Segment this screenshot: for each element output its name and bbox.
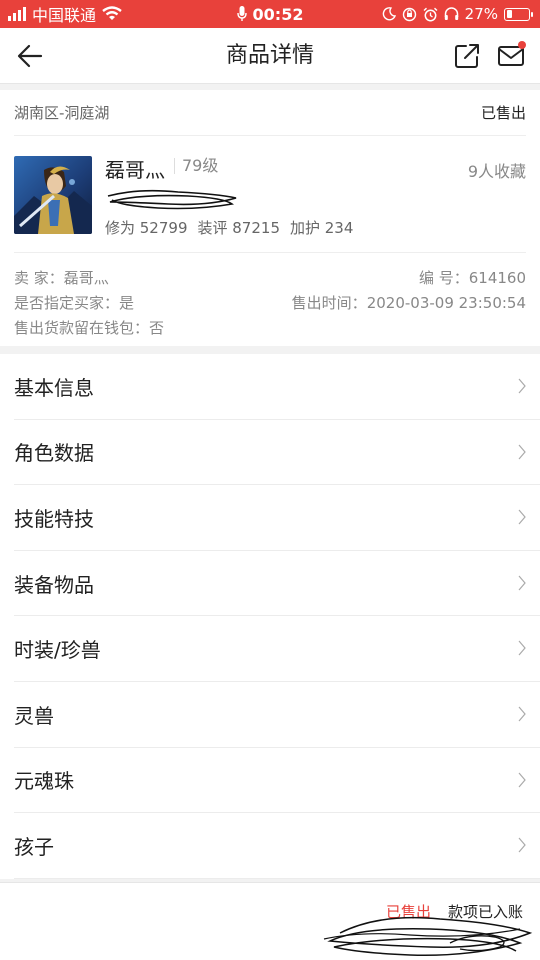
rotation-lock-icon: [402, 7, 416, 21]
redaction-scribble: [107, 189, 237, 210]
menu-item-children[interactable]: 孩子: [14, 813, 540, 879]
menu-item-label: 元魂珠: [14, 769, 74, 794]
chevron-right-icon: [518, 772, 526, 787]
menu-item-equipment[interactable]: 装备物品: [14, 551, 540, 617]
chevron-right-icon: [518, 509, 526, 525]
menu-item-basic-info[interactable]: 基本信息: [14, 354, 540, 420]
divider: [14, 252, 526, 253]
share-icon[interactable]: [452, 41, 482, 71]
menu-item-soul-beads[interactable]: 元魂珠: [14, 748, 540, 814]
battery-icon: [504, 7, 533, 21]
menu-item-spirit-beast[interactable]: 灵兽: [14, 682, 540, 748]
listing-card: 湖南区-洞庭湖 已售出 磊哥灬 79级 9人收藏 修为 52799 装评 872…: [0, 90, 540, 346]
wallet-info: 售出货款留在钱包：否: [14, 317, 164, 338]
designated-buyer-value: 是: [119, 294, 135, 312]
alarm-icon: [423, 7, 438, 21]
location-row: 湖南区-洞庭湖 已售出: [14, 90, 526, 136]
battery-percent: 27%: [464, 5, 498, 23]
status-bar: 中国联通 00:52 27%: [0, 0, 540, 28]
moon-icon: [382, 7, 396, 21]
menu-item-label: 技能特技: [14, 506, 94, 531]
server-location: 湖南区-洞庭湖: [14, 104, 110, 122]
listing-id: 614160: [468, 269, 526, 287]
menu-item-label: 装备物品: [14, 572, 94, 597]
clock: 00:52: [252, 4, 304, 24]
detail-menu: 基本信息 角色数据 技能特技 装备物品 时装/珍兽 灵兽 元魂珠 孩子: [0, 354, 540, 879]
seller-name: 磊哥灬: [63, 269, 109, 287]
wallet-value: 否: [149, 319, 165, 337]
designated-buyer-info: 是否指定买家：是: [14, 292, 134, 313]
wallet-label: 售出货款留在钱包：: [14, 319, 150, 337]
seller-info: 卖 家：磊哥灬: [14, 267, 109, 288]
headphones-icon: [444, 7, 458, 20]
bottom-bar: 已售出 款项已入账: [0, 882, 540, 960]
sold-time-value: 2020-03-09 23:50:54: [366, 294, 526, 312]
chevron-right-icon: [518, 378, 526, 394]
menu-item-label: 时装/珍兽: [14, 638, 101, 663]
nav-bar: 商品详情: [0, 28, 540, 84]
sold-time-label: 售出时间：: [291, 294, 367, 312]
notification-dot: [518, 41, 526, 49]
menu-item-character-data[interactable]: 角色数据: [14, 420, 540, 486]
listing-id-label: 编 号：: [418, 269, 469, 287]
sold-status: 已售出: [480, 104, 526, 122]
listing-id-info: 编 号：614160: [419, 267, 526, 288]
designated-buyer-label: 是否指定买家：: [14, 294, 120, 312]
chevron-right-icon: [518, 640, 526, 656]
chevron-right-icon: [518, 444, 526, 459]
microphone-icon: [236, 6, 247, 21]
redaction-scribble: [323, 916, 533, 956]
character-name: 磊哥灬: [105, 158, 165, 182]
stat-cultivation: 修为 52799: [105, 219, 188, 237]
menu-item-label: 灵兽: [14, 703, 54, 728]
menu-item-fashion-pets[interactable]: 时装/珍兽: [14, 616, 540, 682]
character-stats: 修为 52799 装评 87215 加护 234: [105, 217, 353, 238]
menu-item-label: 孩子: [14, 834, 54, 859]
menu-item-label: 角色数据: [14, 441, 94, 466]
chevron-right-icon: [518, 575, 526, 591]
status-right: 27%: [382, 0, 533, 28]
chevron-right-icon: [518, 837, 526, 853]
sold-time-info: 售出时间：2020-03-09 23:50:54: [292, 292, 526, 313]
message-button[interactable]: [496, 41, 528, 71]
stat-protection: 加护 234: [290, 219, 354, 237]
seller-label: 卖 家：: [14, 269, 64, 287]
character-level: 79级: [174, 158, 218, 174]
character-avatar[interactable]: [14, 156, 92, 234]
chevron-right-icon: [518, 706, 526, 722]
favorites-count[interactable]: 9人收藏: [468, 158, 526, 182]
menu-item-label: 基本信息: [14, 375, 94, 400]
menu-item-skills[interactable]: 技能特技: [14, 485, 540, 551]
stat-equipment-score: 装评 87215: [197, 219, 281, 237]
